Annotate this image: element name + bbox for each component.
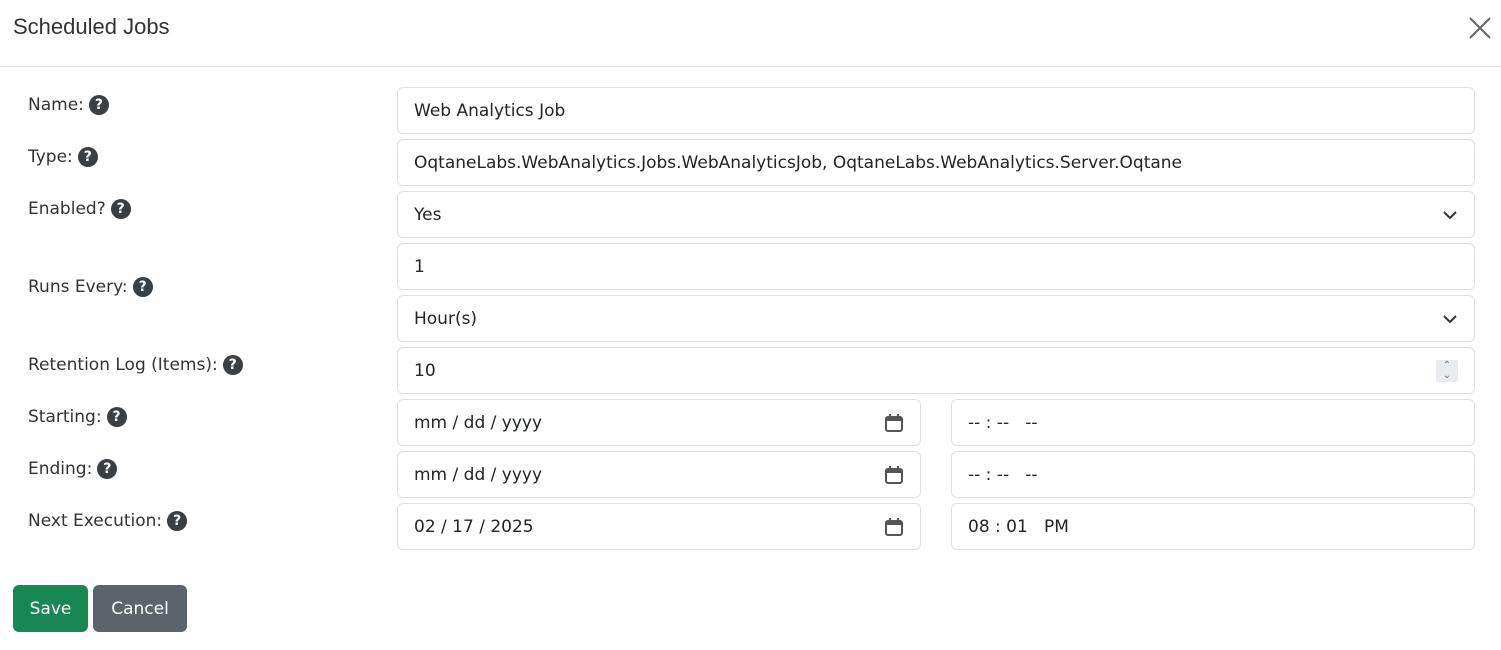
label-text: Enabled? [28,199,106,219]
next-execution-label: Next Execution:? [28,511,188,531]
calendar-icon[interactable] [884,517,904,537]
date-value: 02 / 17 / 2025 [414,516,534,537]
type-input[interactable]: OqtaneLabs.WebAnalytics.Jobs.WebAnalytic… [397,139,1475,186]
next-execution-date-input[interactable]: 02 / 17 / 2025 [397,503,921,550]
date-value: mm / dd / yyyy [414,464,543,485]
chevron-down-icon [1443,314,1457,323]
type-value: OqtaneLabs.WebAnalytics.Jobs.WebAnalytic… [414,152,1183,173]
name-input[interactable]: Web Analytics Job [397,87,1475,134]
time-value: 08 : 01 PM [968,516,1069,537]
enabled-select[interactable]: Yes [397,191,1475,238]
dialog-header: Scheduled Jobs [0,0,1501,67]
help-icon[interactable]: ? [222,355,243,375]
retention-label: Retention Log (Items):? [28,355,243,375]
ending-time-input[interactable]: -- : -- -- [951,451,1475,498]
save-button[interactable]: Save [13,585,88,632]
retention-input[interactable]: 10 ⌃ ⌄ [397,347,1475,394]
enabled-label: Enabled?? [28,199,131,219]
calendar-icon[interactable] [884,465,904,485]
help-icon[interactable]: ? [110,199,131,219]
help-icon[interactable]: ? [132,277,153,297]
starting-date-input[interactable]: mm / dd / yyyy [397,399,921,446]
calendar-icon[interactable] [884,413,904,433]
time-value: -- : -- -- [968,412,1038,433]
number-spinner[interactable]: ⌃ ⌄ [1436,359,1458,382]
help-icon[interactable]: ? [106,407,127,427]
starting-label: Starting:? [28,407,127,427]
help-icon[interactable]: ? [167,511,188,531]
dialog-title: Scheduled Jobs [13,14,170,39]
help-icon[interactable]: ? [97,459,118,479]
label-text: Next Execution: [28,511,163,531]
ending-date-input[interactable]: mm / dd / yyyy [397,451,921,498]
label-text: Ending: [28,459,93,479]
next-execution-time-input[interactable]: 08 : 01 PM [951,503,1475,550]
retention-value: 10 [414,360,436,381]
type-label: Type:? [28,147,98,167]
help-icon[interactable]: ? [77,147,98,167]
label-text: Name: [28,95,84,115]
time-value: -- : -- -- [968,464,1038,485]
label-text: Retention Log (Items): [28,355,218,375]
label-text: Starting: [28,407,102,427]
unit-value: Hour(s) [414,308,478,329]
close-icon[interactable] [1466,14,1494,42]
runs-every-unit-select[interactable]: Hour(s) [397,295,1475,342]
date-value: mm / dd / yyyy [414,412,543,433]
label-text: Runs Every: [28,277,128,297]
label-text: Type: [28,147,73,167]
name-value: Web Analytics Job [414,100,566,121]
runs-every-input[interactable]: 1 [397,243,1475,290]
runs-every-label: Runs Every:? [28,277,153,297]
help-icon[interactable]: ? [88,95,109,115]
cancel-button[interactable]: Cancel [93,585,187,632]
starting-time-input[interactable]: -- : -- -- [951,399,1475,446]
chevron-down-icon [1443,210,1457,219]
runs-every-value: 1 [414,256,425,277]
enabled-value: Yes [414,204,442,225]
name-label: Name:? [28,95,109,115]
ending-label: Ending:? [28,459,118,479]
